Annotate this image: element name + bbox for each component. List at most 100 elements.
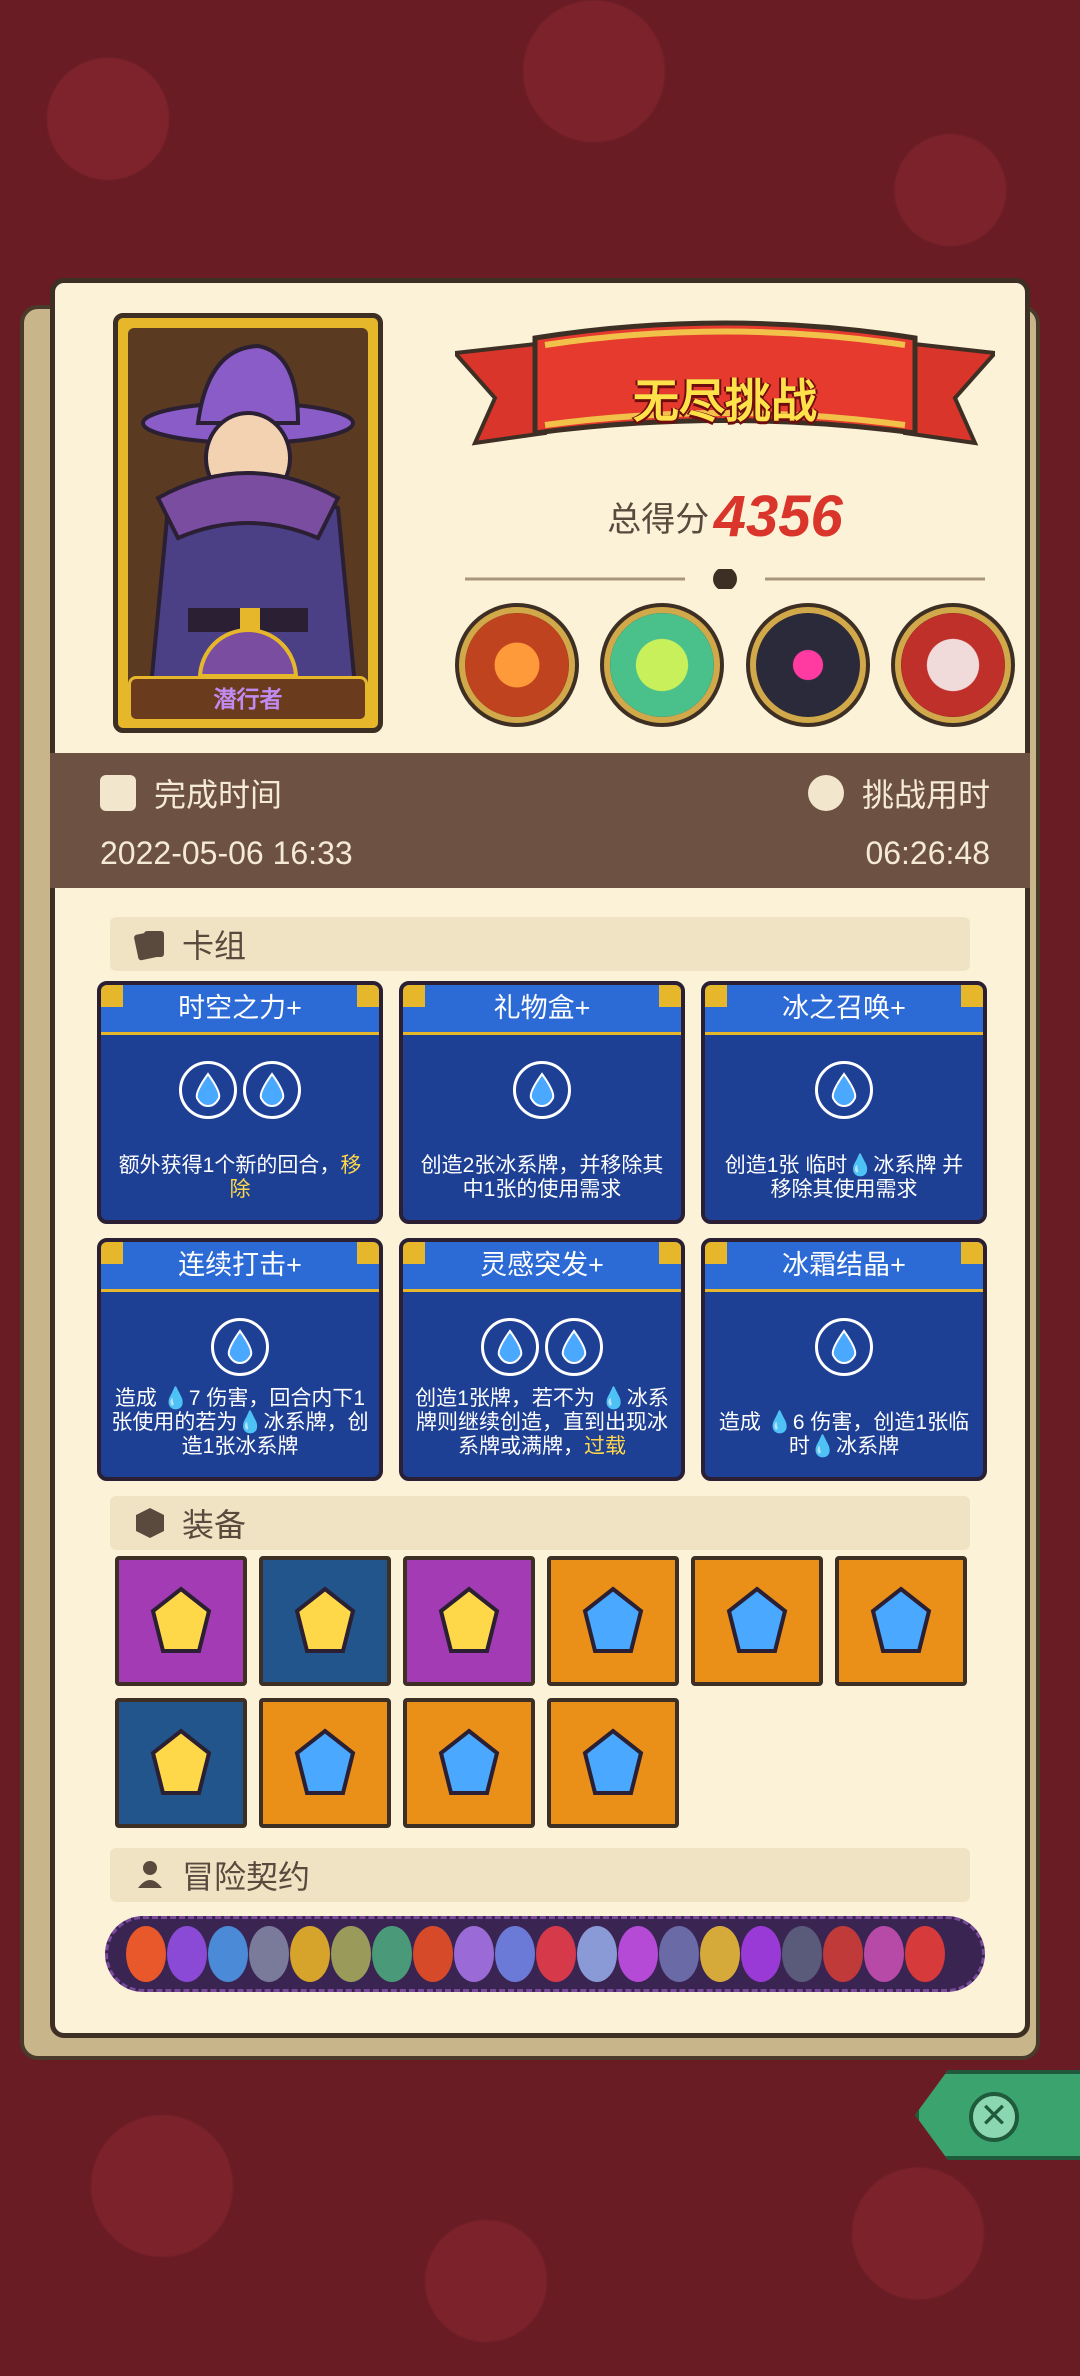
card-cost	[705, 1061, 983, 1119]
equipment-grid	[115, 1556, 985, 1828]
card-corner	[705, 1242, 727, 1264]
water-drop-icon[interactable]	[403, 1556, 535, 1686]
card-cost	[403, 1318, 681, 1376]
contract-icon	[536, 1926, 576, 1982]
water-drop-icon	[815, 1061, 873, 1119]
deck-card[interactable]: 冰霜结晶+ 造成 💧6 伤害，创造1张临时💧冰系牌	[701, 1238, 987, 1481]
card-cost	[705, 1318, 983, 1376]
card-title: 冰霜结晶+	[705, 1242, 983, 1292]
calendar-icon	[100, 775, 136, 811]
deck-card[interactable]: 灵感突发+ 创造1张牌，若不为 💧冰系牌则继续创造，直到出现冰系牌或满牌，过载	[399, 1238, 685, 1481]
time-info-band: 完成时间 挑战用时 2022-05-06 16:33 06:26:48	[50, 753, 1030, 888]
card-description: 创造2张冰系牌，并移除其中1张的使用需求	[420, 1154, 664, 1201]
contract-icon	[249, 1926, 289, 1982]
card-description: 创造1张牌，若不为 💧冰系牌则继续创造，直到出现冰系牌或满牌，过载	[415, 1387, 669, 1458]
score-label: 总得分	[607, 501, 710, 539]
moss-stone-icon[interactable]	[403, 1698, 535, 1828]
card-corner	[659, 1242, 681, 1264]
contract-icon	[167, 1926, 207, 1982]
contract-icon	[823, 1926, 863, 1982]
card-title: 时空之力+	[101, 985, 379, 1035]
duration-value: 06:26:48	[865, 835, 990, 871]
card-cost	[101, 1318, 379, 1376]
contract-icon	[331, 1926, 371, 1982]
contract-icon	[413, 1926, 453, 1982]
card-corner	[705, 985, 727, 1007]
card-description: 造成 💧7 伤害，回合内下1张使用的若为💧冰系牌，创造1张冰系牌	[111, 1387, 369, 1458]
contract-icon	[208, 1926, 248, 1982]
total-score: 总得分 4356	[455, 483, 995, 550]
water-drop-icon	[481, 1318, 539, 1376]
score-value: 4356	[713, 484, 843, 549]
close-icon: ✕	[969, 2092, 1019, 2142]
completed-time-label: 完成时间	[100, 770, 282, 816]
contract-icon	[577, 1926, 617, 1982]
contracts-section-header: 冒险契约	[110, 1848, 970, 1902]
ice-medallion-icon[interactable]	[115, 1698, 247, 1828]
ice-crystal-icon[interactable]	[691, 1556, 823, 1686]
card-corner	[961, 985, 983, 1007]
card-description: 额外获得1个新的回合，移除	[118, 1154, 362, 1201]
card-title: 冰之召唤+	[705, 985, 983, 1035]
stopwatch-icon	[807, 775, 844, 811]
card-title: 连续打击+	[101, 1242, 379, 1292]
result-panel: 潜行者 无尽挑战 总得分 4356 完成时间 挑战用时 2022-05-06 1…	[50, 278, 1030, 2038]
completed-time-value: 2022-05-06 16:33	[100, 835, 353, 871]
person-icon	[138, 1861, 162, 1888]
boss-avatar[interactable]	[745, 603, 870, 727]
card-corner	[357, 985, 379, 1007]
duration-label: 挑战用时	[807, 770, 990, 816]
cards-icon	[134, 931, 164, 961]
deck-section-header: 卡组	[110, 917, 970, 971]
card-corner	[101, 1242, 123, 1264]
water-drop-icon	[243, 1061, 301, 1119]
banner-title: 无尽挑战	[633, 375, 817, 427]
contract-icon	[618, 1926, 658, 1982]
contract-icon	[495, 1926, 535, 1982]
ornament-divider	[465, 569, 985, 589]
pink-flame-icon[interactable]	[547, 1698, 679, 1828]
boss-avatar[interactable]	[600, 603, 725, 727]
hero-portrait: 潜行者	[113, 313, 383, 733]
water-drop-icon	[513, 1061, 571, 1119]
contract-icon	[700, 1926, 740, 1982]
contract-icon	[372, 1926, 412, 1982]
spiked-bracelet-icon[interactable]	[259, 1698, 391, 1828]
card-corner	[357, 1242, 379, 1264]
card-corner	[659, 985, 681, 1007]
card-description: 创造1张 临时💧冰系牌 并移除其使用需求	[724, 1154, 964, 1201]
card-cost	[101, 1061, 379, 1119]
title-banner: 无尽挑战	[450, 313, 1000, 463]
contract-icon	[782, 1926, 822, 1982]
boss-avatar[interactable]	[455, 603, 579, 727]
card-description: 造成 💧6 伤害，创造1张临时💧冰系牌	[718, 1411, 970, 1458]
box-icon	[136, 1508, 164, 1538]
contracts-strip[interactable]	[105, 1916, 985, 1992]
deck-card[interactable]: 冰之召唤+ 创造1张 临时💧冰系牌 并移除其使用需求	[701, 981, 987, 1224]
water-drop-icon	[815, 1318, 873, 1376]
ice-sword-icon[interactable]	[547, 1556, 679, 1686]
deck-cards: 时空之力+ 额外获得1个新的回合，移除 礼物盒+ 创造2张冰系牌，并移除其中1张的使用…	[97, 981, 987, 1481]
water-drop-icon	[211, 1318, 269, 1376]
close-button[interactable]: ✕	[915, 2070, 1080, 2160]
card-corner	[403, 1242, 425, 1264]
boss-list	[455, 603, 1015, 727]
hero-name: 潜行者	[128, 676, 368, 722]
card-corner	[403, 985, 425, 1007]
deck-card[interactable]: 时空之力+ 额外获得1个新的回合，移除	[97, 981, 383, 1224]
deck-card[interactable]: 礼物盒+ 创造2张冰系牌，并移除其中1张的使用需求	[399, 981, 685, 1224]
contract-icon	[741, 1926, 781, 1982]
card-cost	[403, 1061, 681, 1119]
blue-slime-icon[interactable]	[835, 1556, 967, 1686]
gem-rune-icon[interactable]	[115, 1556, 247, 1686]
boss-avatar[interactable]	[890, 603, 1015, 727]
golden-helmet-icon[interactable]	[259, 1556, 391, 1686]
equipment-section-header: 装备	[110, 1496, 970, 1550]
contract-icon	[290, 1926, 330, 1982]
hero-image	[128, 328, 368, 718]
card-corner	[961, 1242, 983, 1264]
contract-icon	[864, 1926, 904, 1982]
water-drop-icon	[179, 1061, 237, 1119]
deck-card[interactable]: 连续打击+ 造成 💧7 伤害，回合内下1张使用的若为💧冰系牌，创造1张冰系牌	[97, 1238, 383, 1481]
card-title: 礼物盒+	[403, 985, 681, 1035]
